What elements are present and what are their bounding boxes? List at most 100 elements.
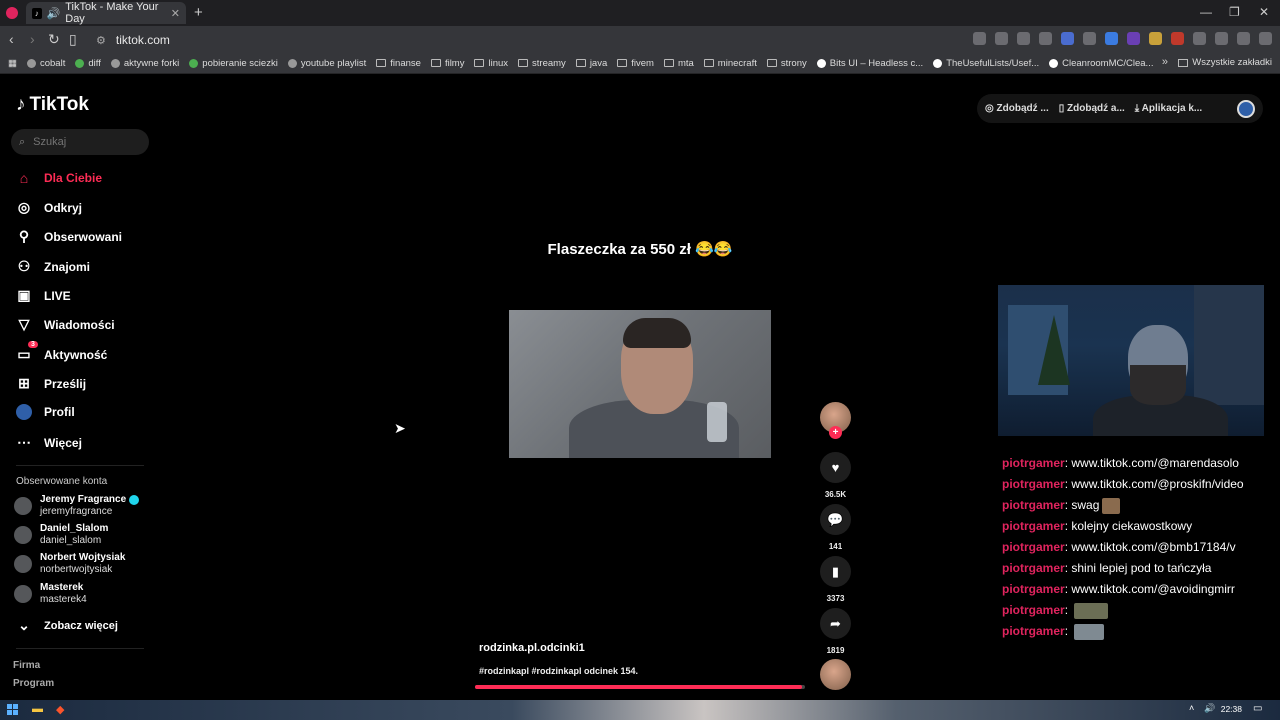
save-action[interactable]: ▮ 3373 [820,556,851,603]
back-icon[interactable]: ‹ [9,31,14,47]
followed-account[interactable]: Daniel_Slalom daniel_slalom [14,523,108,547]
chat-message: piotrgamer: www.tiktok.com/@proskifn/vid… [1002,477,1244,491]
all-bookmarks-button[interactable]: Wszystkie zakładki [1178,57,1272,68]
volume-icon[interactable]: 🔊 [1204,703,1215,714]
close-tab-icon[interactable]: ✕ [171,7,180,20]
progress-fill [475,685,802,689]
bookmark-folder[interactable]: mta [663,58,694,69]
tray-chevron-icon[interactable]: ˄ [1189,703,1194,713]
audio-icon[interactable]: 🔊 [47,7,61,20]
video-hashtags[interactable]: #rodzinkapl #rodzinkapl odcinek 154. [479,666,638,676]
start-icon[interactable] [7,704,18,715]
share-icon[interactable]: ➦ [820,608,851,639]
clock[interactable]: 22:38 [1221,704,1242,714]
see-more-button[interactable]: ⌄ Zobacz więcej [16,617,118,634]
window-close-icon[interactable]: ✕ [1259,5,1269,19]
nav-upload[interactable]: ⊞ Prześlij [16,375,86,392]
forward-icon[interactable]: › [30,31,35,47]
extension-icon[interactable] [973,32,986,45]
nav-more[interactable]: ⋯ Więcej [16,434,82,451]
video-player[interactable] [509,310,771,458]
bookmark-icon[interactable]: ▮ [820,556,851,587]
bookmark-folder[interactable]: streamy [518,58,566,69]
extension-icon[interactable] [995,32,1008,45]
restore-icon[interactable]: ❐ [1229,5,1240,19]
bookmark-item[interactable]: cobalt [26,58,65,69]
nav-activity[interactable]: ▭ 3 Aktywność [16,341,107,363]
comment-action[interactable]: 💬 141 [820,504,851,551]
extension-icon[interactable] [1083,32,1096,45]
tab-title: TikTok - Make Your Day [65,1,159,25]
nav-for-you[interactable]: ⌂ Dla Ciebie [16,170,102,186]
bookmark-folder[interactable]: fivem [617,58,654,69]
browser-tab[interactable]: ♪ 🔊 TikTok - Make Your Day ✕ [26,1,186,25]
search-input[interactable] [33,136,134,148]
sidebar-icon[interactable] [1215,32,1228,45]
apps-grid-icon[interactable]: ▦ [8,58,17,69]
bookmark-folder[interactable]: strony [766,58,807,69]
chat-text: www.tiktok.com/@proskifn/video [1071,477,1244,491]
bookmark-item[interactable]: pobieranie sciezki [189,58,278,69]
footer-link-program[interactable]: Program [13,678,54,689]
bookmark-item[interactable]: youtube playlist [287,58,366,69]
bookmark-item[interactable]: TheUsefulLists/Usef... [933,58,1039,69]
reload-icon[interactable]: ↻ [48,31,60,48]
get-app-button[interactable]: ▯ Zdobądź a... [1059,103,1125,114]
user-avatar[interactable] [1237,99,1255,118]
heart-icon[interactable]: ♥ [820,452,851,483]
chat-text: www.tiktok.com/@bmb17184/v [1071,540,1236,554]
extension-icon[interactable] [1171,32,1184,45]
menu-icon[interactable] [1259,32,1272,45]
video-progress-bar[interactable] [475,685,805,689]
tiktok-favicon-icon: ♪ [32,7,42,19]
nav-live[interactable]: ▣ LIVE [16,287,70,304]
extension-icon[interactable] [1017,32,1030,45]
extension-icon[interactable] [1039,32,1052,45]
bookmark-folder[interactable]: finanse [376,58,421,69]
followed-account[interactable]: Masterek masterek4 [14,582,87,606]
desktop-app-button[interactable]: ⤓ Aplikacja k... [1135,103,1202,114]
bookmark-folder[interactable]: linux [474,58,508,69]
nav-explore[interactable]: ◎ Odkryj [16,199,82,216]
media-icon[interactable] [1237,32,1250,45]
nav-messages[interactable]: ▽ Wiadomości [16,316,115,333]
minimize-icon[interactable]: — [1200,5,1212,19]
follow-plus-icon[interactable]: + [829,426,842,439]
brave-shield-icon[interactable] [1061,32,1074,45]
site-info-icon[interactable]: ⚙ [96,34,106,47]
bookmark-item[interactable]: diff [75,58,101,69]
bookmark-folder[interactable]: java [575,58,607,69]
bookmark-icon[interactable]: ▯ [69,31,77,48]
extensions-puzzle-icon[interactable] [1193,32,1206,45]
bookmark-folder[interactable]: minecraft [703,58,757,69]
extension-icon[interactable] [1105,32,1118,45]
nav-profile[interactable]: Profil [16,404,75,420]
search-box[interactable]: ⌕ [11,129,149,155]
extension-icon[interactable] [1149,32,1162,45]
chat-username: piotrgamer [1002,477,1065,491]
like-action[interactable]: ♥ 36.5K [820,452,851,499]
chat-text: www.tiktok.com/@marendasolo [1071,456,1239,470]
nav-friends[interactable]: ⚇ Znajomi [16,258,90,275]
notifications-icon[interactable]: ▭ [1253,703,1262,714]
bookmark-item[interactable]: Bits UI – Headless c... [816,58,923,69]
brave-browser-icon[interactable]: ◆ [56,703,64,716]
footer-link-company[interactable]: Firma [13,660,40,671]
next-creator-avatar[interactable] [820,659,851,690]
followed-account[interactable]: Jeremy Fragrance jeremyfragrance [14,494,140,518]
bookmarks-overflow-icon[interactable]: » [1162,56,1168,68]
browser-menu-icon[interactable] [6,7,18,19]
bookmark-item[interactable]: aktywne forki [110,58,179,69]
address-bar[interactable]: ⚙ tiktok.com [90,30,960,50]
extension-icon[interactable] [1127,32,1140,45]
video-author[interactable]: rodzinka.pl.odcinki1 [479,642,585,654]
tiktok-logo[interactable]: ♪ TikTok [16,94,89,116]
followed-account[interactable]: Norbert Wojtysiak norbertwojtysiak [14,552,125,576]
get-coins-button[interactable]: ◎ Zdobądź ... [985,103,1049,114]
new-tab-button[interactable]: + [194,4,203,21]
share-action[interactable]: ➦ 1819 [820,608,851,655]
bookmark-item[interactable]: CleanroomMC/Clea... [1049,58,1153,69]
bookmark-folder[interactable]: filmy [430,58,464,69]
file-explorer-icon[interactable]: ▬ [32,703,43,715]
comment-icon[interactable]: 💬 [820,504,851,535]
